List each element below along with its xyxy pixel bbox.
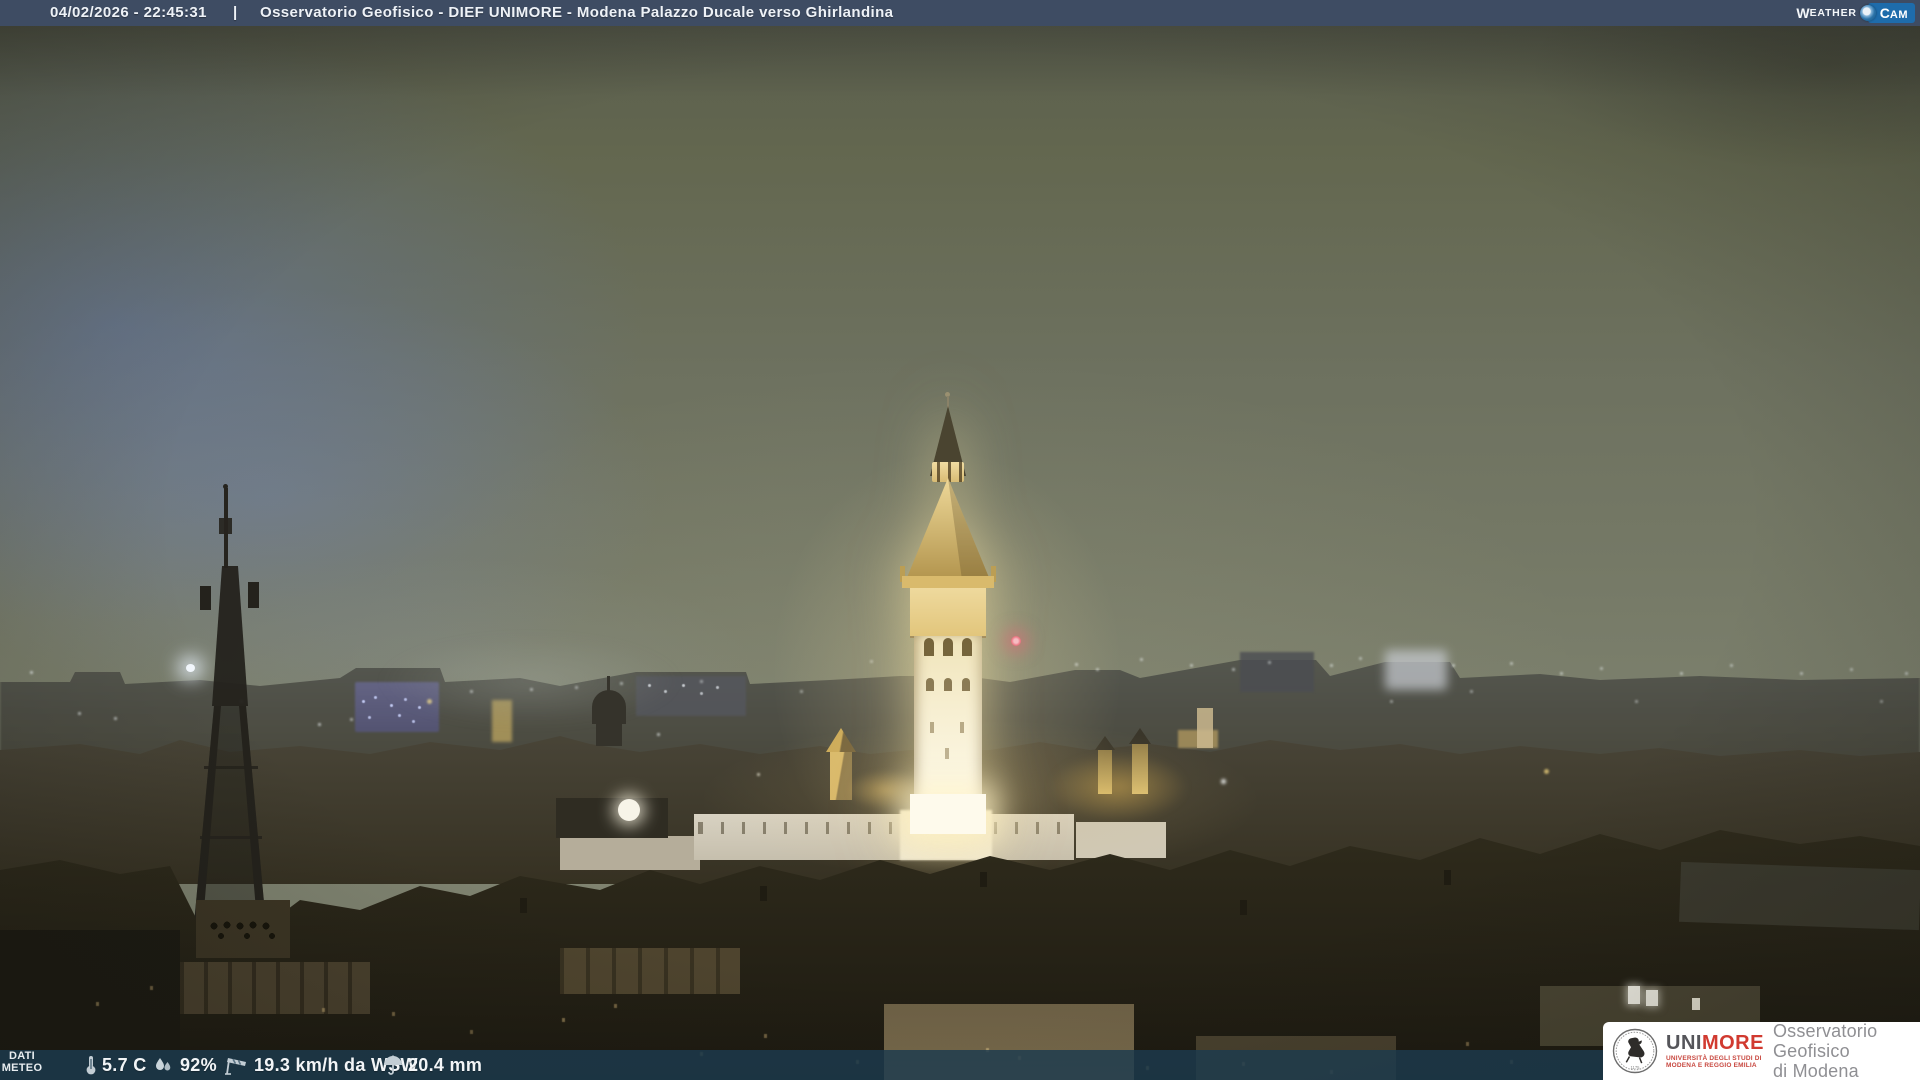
- unimore-seal-icon: 1175: [1612, 1028, 1658, 1074]
- brand-weather-label: EATHER: [1810, 7, 1857, 19]
- brand-weather-initial: W: [1796, 5, 1809, 21]
- unimore-more: MORE: [1702, 1032, 1764, 1054]
- top-status-bar: 04/02/2026 - 22:45:31 | Osservatorio Geo…: [0, 0, 1920, 26]
- umbrella-icon: [382, 1054, 404, 1076]
- unimore-logo-box: 1175 UNIMORE UNIVERSITÀ DEGLI STUDI DI M…: [1603, 1022, 1920, 1080]
- observatory-name: Osservatorio Geofisico di Modena: [1773, 1021, 1920, 1080]
- seal-year: 1175: [1630, 1065, 1640, 1070]
- temperature-value: 5.7 C: [102, 1050, 147, 1080]
- brand-cam-label: AM: [1890, 9, 1908, 21]
- water-drops-icon: [152, 1054, 174, 1076]
- vignette: [0, 0, 1920, 1080]
- rain-value: 20.4 mm: [408, 1050, 482, 1080]
- dati-meteo-label: DATI METEO: [0, 1050, 44, 1074]
- separator: |: [233, 0, 238, 26]
- windsock-icon: [224, 1054, 250, 1076]
- weathercam-brand: W EATHER C AM: [1796, 2, 1915, 24]
- datetime-label: 04/02/2026 - 22:45:31: [50, 0, 207, 26]
- unimore-wordmark: UNIMORE UNIVERSITÀ DEGLI STUDI DI MODENA…: [1666, 1033, 1764, 1070]
- thermometer-icon: [80, 1054, 102, 1076]
- brand-cam-initial: C: [1880, 5, 1890, 21]
- unimore-subtitle: UNIVERSITÀ DEGLI STUDI DI MODENA E REGGI…: [1666, 1055, 1764, 1070]
- camera-lens-icon: [1860, 5, 1876, 21]
- webcam-viewport: 04/02/2026 - 22:45:31 | Osservatorio Geo…: [0, 0, 1920, 1080]
- page-title: Osservatorio Geofisico - DIEF UNIMORE - …: [260, 0, 893, 26]
- unimore-uni: UNI: [1666, 1032, 1702, 1054]
- humidity-value: 92%: [180, 1050, 217, 1080]
